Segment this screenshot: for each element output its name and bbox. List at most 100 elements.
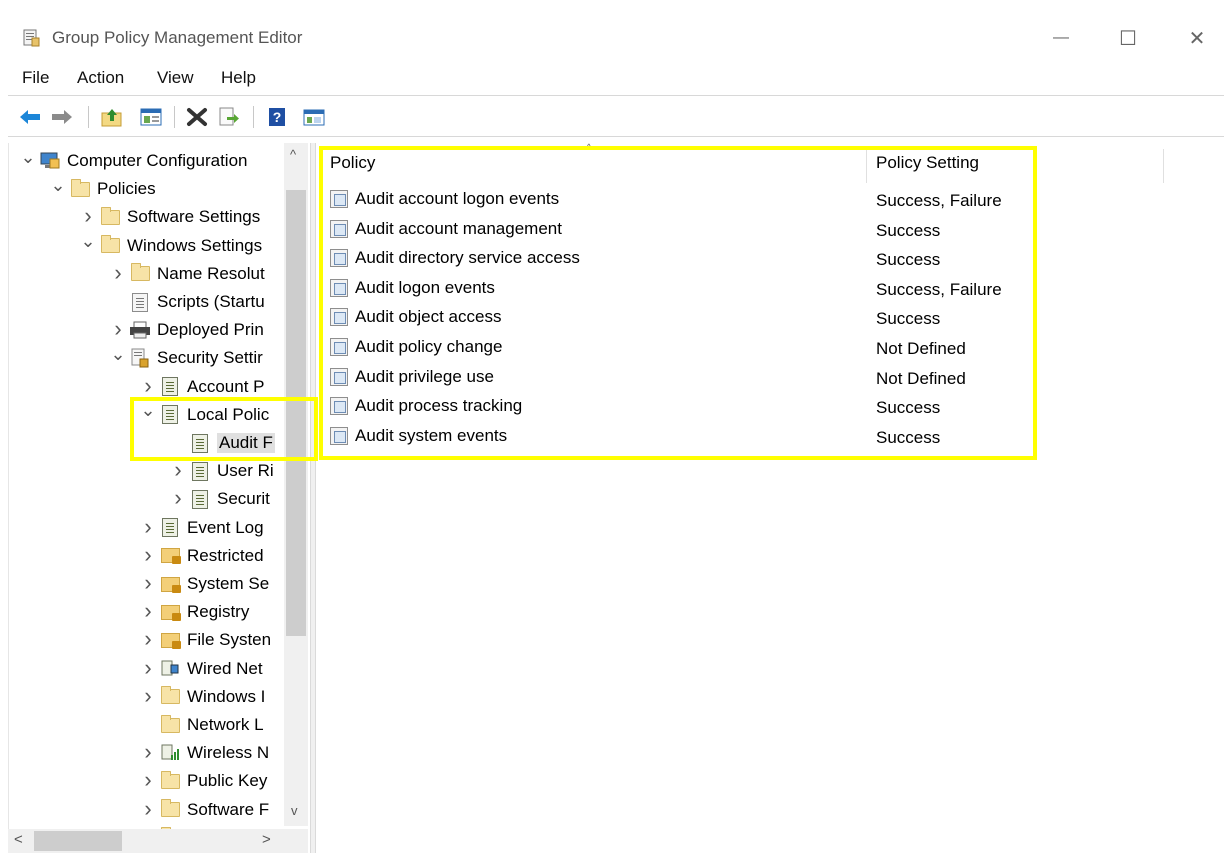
tree-node[interactable]: › Wired Net [137, 655, 263, 682]
show-hide-console-tree-icon [140, 108, 162, 126]
tree-node[interactable]: › System Se [137, 570, 270, 597]
scroll-left-arrow-icon[interactable]: < [14, 831, 23, 848]
menu-help[interactable]: Help [221, 68, 256, 88]
collapse-chevron-icon[interactable]: › [137, 767, 159, 792]
tree-node-label: Audit F [217, 433, 275, 453]
forward-button[interactable] [49, 104, 75, 130]
policy-row[interactable]: Audit process tracking Success [318, 392, 1038, 422]
column-header-policy[interactable]: Policy [330, 153, 375, 173]
collapse-chevron-icon[interactable]: › [107, 260, 129, 285]
tree-node[interactable]: › Name Resolut [107, 260, 264, 287]
expand-chevron-icon[interactable]: ⌄ [47, 174, 69, 196]
show-hide-tree-button[interactable] [138, 104, 164, 130]
tree-node[interactable]: › Account P [137, 373, 264, 400]
collapse-chevron-icon[interactable]: › [167, 485, 189, 510]
policy-book-icon [189, 461, 211, 481]
menu-action[interactable]: Action [77, 68, 124, 88]
expand-chevron-icon[interactable]: ⌄ [107, 343, 129, 365]
expand-chevron-icon[interactable]: ⌄ [17, 146, 39, 168]
policy-row[interactable]: Audit privilege use Not Defined [318, 363, 1038, 393]
tree-node[interactable]: Network L [137, 712, 264, 738]
collapse-chevron-icon[interactable]: › [137, 626, 159, 651]
toolbar-divider [8, 136, 1224, 137]
tree-node[interactable]: Scripts (Startu [107, 289, 265, 315]
menu-file[interactable]: File [22, 68, 49, 88]
export-list-button[interactable] [216, 104, 242, 130]
tree-node[interactable]: › Securit [167, 485, 270, 512]
close-button[interactable]: ✕ [1180, 24, 1214, 52]
collapse-chevron-icon[interactable]: › [167, 457, 189, 482]
collapse-chevron-icon[interactable]: › [137, 739, 159, 764]
tree-node-label: Local Polic [187, 404, 270, 424]
collapse-chevron-icon[interactable]: › [137, 570, 159, 595]
up-one-level-button[interactable] [99, 104, 125, 130]
tree-node[interactable]: › Software F [137, 796, 269, 823]
folder-icon [69, 178, 91, 199]
column-header-policy-setting[interactable]: Policy Setting [876, 153, 979, 173]
tree-node[interactable]: › Windows I [137, 683, 265, 710]
tree-node[interactable]: › Registry [137, 598, 250, 625]
tree-vertical-scroll-thumb[interactable] [286, 190, 306, 636]
delete-button[interactable] [184, 104, 210, 130]
tree-node[interactable]: ⌄ Security Settir [107, 343, 263, 371]
column-divider[interactable] [1163, 149, 1164, 183]
tree-node[interactable]: ⌄ Policies [47, 174, 155, 202]
expand-chevron-icon[interactable]: ⌄ [137, 400, 159, 422]
policy-book-icon [159, 405, 181, 425]
tree-node[interactable]: ⌄ Local Polic [137, 400, 270, 428]
minimize-icon: — [1053, 29, 1069, 46]
policy-row[interactable]: Audit account management Success [318, 215, 1038, 245]
collapse-chevron-icon[interactable]: › [137, 542, 159, 567]
scroll-down-arrow-icon[interactable]: v [291, 803, 298, 818]
policy-row[interactable]: Audit policy change Not Defined [318, 333, 1038, 363]
back-button[interactable] [17, 104, 43, 130]
policy-row[interactable]: Audit system events Success [318, 422, 1038, 452]
column-divider[interactable] [866, 149, 867, 183]
tree-node[interactable]: › User Ri [167, 457, 273, 484]
tree-node-label: System Se [187, 574, 270, 593]
policy-name: Audit privilege use [355, 366, 494, 386]
collapse-chevron-icon[interactable]: › [107, 316, 129, 341]
collapse-chevron-icon[interactable]: › [77, 203, 99, 228]
tree-horizontal-scroll-thumb[interactable] [34, 831, 122, 851]
policy-row[interactable]: Audit account logon events Success, Failu… [318, 185, 1038, 215]
scroll-right-arrow-icon[interactable]: > [262, 831, 271, 848]
collapse-chevron-icon[interactable]: › [137, 655, 159, 680]
policy-setting: Success, Failure [876, 191, 1002, 210]
collapse-chevron-icon[interactable]: › [137, 683, 159, 708]
collapse-chevron-icon[interactable]: › [137, 514, 159, 539]
tree-node[interactable]: Audit F [167, 430, 275, 456]
tree-node[interactable]: › Restricted [137, 542, 263, 569]
collapse-chevron-icon[interactable]: › [137, 796, 159, 821]
tree-node[interactable]: › Event Log [137, 514, 263, 541]
policy-name: Audit policy change [355, 337, 503, 356]
collapse-chevron-icon[interactable]: › [137, 598, 159, 623]
tree-node[interactable]: › Software Settings [77, 203, 260, 230]
tree-node-label: Network L [187, 715, 264, 734]
minimize-button[interactable]: — [1044, 24, 1078, 52]
tree-node[interactable]: › Wireless N [137, 739, 270, 766]
policy-name: Audit object access [355, 307, 502, 327]
tree-node-label: Wireless N [187, 743, 270, 763]
policy-row[interactable]: Audit logon events Success, Failure [318, 274, 1038, 304]
policy-name: Audit process tracking [355, 396, 523, 416]
tree-node[interactable]: › Deployed Prin [107, 316, 263, 343]
properties-view-button[interactable] [301, 104, 327, 130]
locked-folder-icon [159, 630, 181, 650]
policy-row[interactable]: Audit directory service access Success [318, 244, 1038, 274]
help-button[interactable]: ? [264, 104, 290, 130]
tree-node-label: Wired Net [187, 658, 263, 678]
collapse-chevron-icon[interactable]: › [137, 373, 159, 398]
menu-view[interactable]: View [157, 68, 194, 88]
tree-node[interactable]: ⌄ Computer Configuration [17, 146, 247, 174]
scroll-up-arrow-icon[interactable]: ^ [290, 147, 296, 162]
tree-node[interactable]: › File Systen [137, 626, 271, 653]
maximize-button[interactable]: ☐ [1111, 24, 1145, 52]
expand-chevron-icon[interactable]: ⌄ [77, 231, 99, 253]
tree-node[interactable]: › Public Key [137, 767, 267, 794]
policy-row[interactable]: Audit object access Success [318, 303, 1038, 333]
tree-node[interactable]: ⌄ Windows Settings [77, 231, 262, 259]
wired-network-icon [159, 659, 181, 679]
tree-node-label: Registry [187, 602, 250, 622]
pane-splitter[interactable] [310, 143, 316, 853]
